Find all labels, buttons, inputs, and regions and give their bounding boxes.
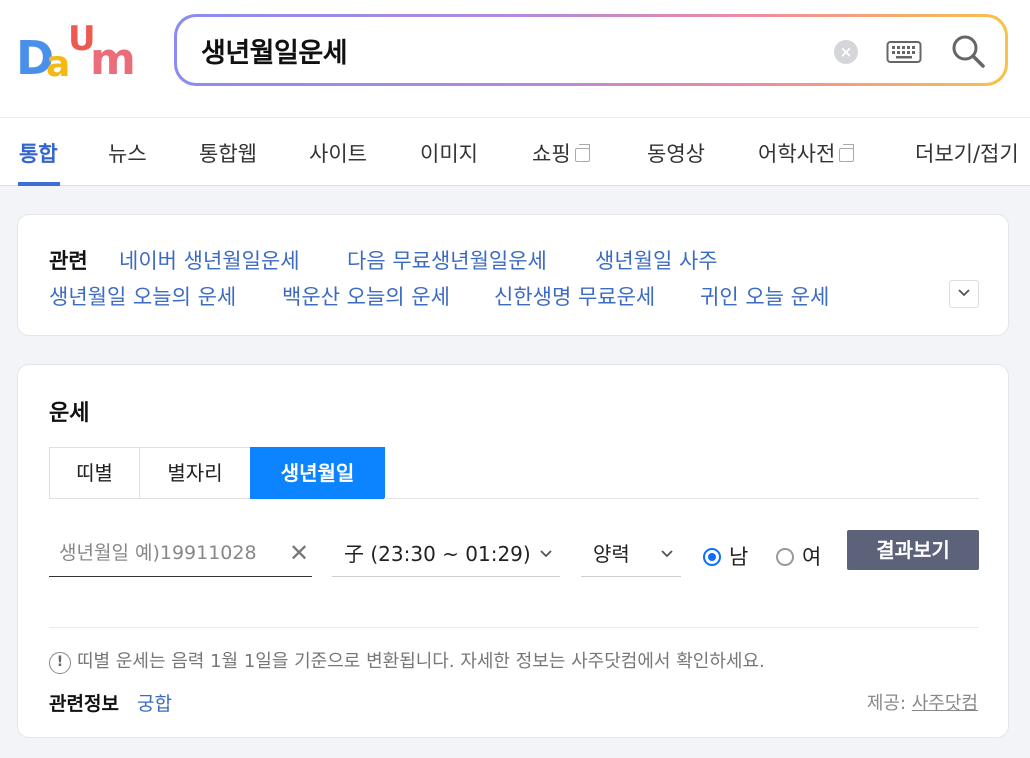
related-title: 관련 [49, 249, 88, 273]
new-window-icon [839, 144, 855, 162]
tab-news[interactable]: 뉴스 [108, 138, 147, 168]
chevron-down-icon [958, 289, 970, 297]
tab-image[interactable]: 이미지 [420, 138, 478, 168]
keyboard-icon[interactable] [886, 38, 922, 66]
related-link[interactable]: 생년월일 오늘의 운세 [49, 281, 236, 311]
birth-time-select[interactable]: 子 (23:30 ~ 01:29) [332, 535, 560, 577]
fortune-title: 운세 [49, 401, 90, 426]
new-window-icon [574, 144, 590, 162]
related-searches-card: 관련 네이버 생년월일운세 다음 무료생년월일운세 생년월일 사주 생년월일 오… [17, 214, 1009, 336]
calendar-type-select[interactable]: 양력 [581, 535, 681, 577]
tab-site[interactable]: 사이트 [309, 138, 367, 168]
segment-birthdate[interactable]: 생년월일 [250, 447, 385, 499]
related-link[interactable]: 신한생명 무료운세 [494, 281, 655, 311]
provider: 제공: 사주닷컴 [867, 689, 978, 715]
birthdate-field[interactable]: ✕ [49, 535, 312, 577]
radio-selected-icon[interactable] [703, 548, 721, 566]
birth-time-value: 子 (23:30 ~ 01:29) [344, 542, 531, 566]
related-link[interactable]: 다음 무료생년월일운세 [347, 245, 547, 275]
gender-female-radio[interactable]: 여 [776, 541, 821, 571]
logo-letter-a: a [46, 44, 70, 80]
header: D a U m 생년월일운세 × [0, 0, 1030, 117]
tab-shopping[interactable]: 쇼핑 [532, 138, 590, 168]
gender-male-radio[interactable]: 남 [703, 541, 748, 571]
segment-zodiac-animal[interactable]: 띠별 [49, 447, 140, 499]
search-box[interactable]: 생년월일운세 × [174, 14, 1008, 86]
search-icon[interactable] [950, 33, 986, 69]
fortune-notice: ! 띠별 운세는 음력 1월 1일을 기준으로 변환됩니다. 자세한 정보는 사주… [49, 647, 765, 674]
tab-dictionary[interactable]: 어학사전 [758, 138, 855, 168]
search-tabs: 통합 뉴스 통합웹 사이트 이미지 쇼핑 동영상 어학사전 더보기/접기 [0, 117, 1030, 186]
tab-integrated[interactable]: 통합 [19, 138, 58, 168]
provider-label: 제공: [866, 693, 907, 714]
compatibility-link[interactable]: 궁합 [137, 689, 172, 716]
search-box-inner[interactable]: 생년월일운세 × [177, 17, 1005, 83]
segment-divider [384, 498, 979, 499]
search-input[interactable]: 생년월일운세 [201, 31, 348, 70]
gender-male-label: 남 [729, 545, 749, 569]
notice-text: 띠별 운세는 음력 1월 1일을 기준으로 변환됩니다. 자세한 정보는 사주닷… [77, 651, 765, 672]
related-link[interactable]: 네이버 생년월일운세 [119, 245, 300, 275]
calendar-type-value: 양력 [593, 542, 630, 566]
daum-logo[interactable]: D a U m [16, 22, 146, 80]
fortune-divider [49, 627, 979, 628]
radio-unselected-icon[interactable] [776, 548, 794, 566]
related-link[interactable]: 백운산 오늘의 운세 [282, 281, 450, 311]
close-icon[interactable]: ✕ [289, 539, 309, 567]
related-expand-button[interactable] [949, 280, 979, 308]
chevron-down-icon [540, 535, 552, 573]
exclamation-icon: ! [49, 652, 71, 674]
tab-video[interactable]: 동영상 [647, 138, 705, 168]
segment-constellation[interactable]: 별자리 [139, 447, 251, 499]
chevron-down-icon [661, 535, 673, 573]
clear-search-button[interactable]: × [834, 40, 858, 64]
active-tab-indicator [18, 182, 60, 186]
birthdate-input[interactable] [49, 535, 279, 571]
view-result-button[interactable]: 결과보기 [847, 530, 979, 570]
related-info-label: 관련정보 [49, 693, 119, 715]
tab-web[interactable]: 통합웹 [199, 138, 257, 168]
fortune-card: 운세 띠별 별자리 생년월일 ✕ 子 (23:30 ~ 01:29) 양력 남 … [17, 364, 1009, 738]
gender-female-label: 여 [802, 545, 822, 569]
logo-letter-m: m [90, 34, 136, 80]
related-link[interactable]: 생년월일 사주 [595, 245, 718, 275]
provider-link[interactable]: 사주닷컴 [912, 693, 978, 714]
tab-more[interactable]: 더보기/접기 [915, 138, 1019, 168]
tab-dictionary-label: 어학사전 [758, 142, 836, 166]
tab-shopping-label: 쇼핑 [532, 142, 571, 166]
related-link[interactable]: 귀인 오늘 운세 [700, 281, 829, 311]
